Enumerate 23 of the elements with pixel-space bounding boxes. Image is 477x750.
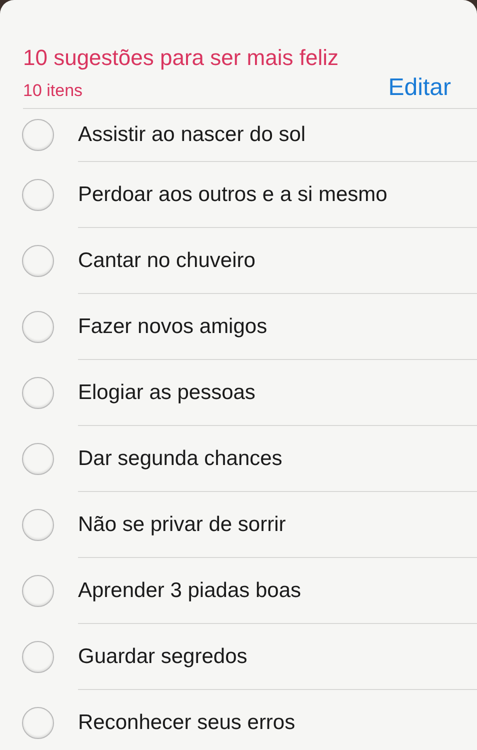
edit-button[interactable]: Editar (388, 74, 451, 102)
checkbox[interactable] (22, 244, 54, 276)
checkbox[interactable] (22, 178, 54, 210)
reminder-text: Elogiar as pessoas (78, 380, 256, 404)
reminder-text: Cantar no chuveiro (78, 248, 256, 272)
reminder-text: Aprender 3 piadas boas (78, 578, 301, 602)
checkbox[interactable] (22, 310, 54, 342)
checkbox[interactable] (22, 706, 54, 738)
reminder-text: Perdoar aos outros e a si mesmo (78, 182, 388, 206)
list-title: 10 sugestões para ser mais feliz (23, 44, 338, 72)
checkbox[interactable] (22, 574, 54, 606)
checkbox[interactable] (22, 119, 54, 151)
reminder-text: Fazer novos amigos (78, 314, 268, 338)
checkbox[interactable] (22, 640, 54, 672)
checkbox[interactable] (22, 376, 54, 408)
reminder-text: Reconhecer seus erros (78, 710, 296, 734)
item-count: 10 itens (23, 80, 83, 102)
reminder-text: Guardar segredos (78, 644, 248, 668)
reminder-text: Dar segunda chances (78, 446, 282, 470)
checkbox[interactable] (22, 508, 54, 540)
reminder-text: Não se privar de sorrir (78, 512, 286, 536)
checkbox[interactable] (22, 442, 54, 474)
reminder-text: Assistir ao nascer do sol (78, 123, 306, 147)
